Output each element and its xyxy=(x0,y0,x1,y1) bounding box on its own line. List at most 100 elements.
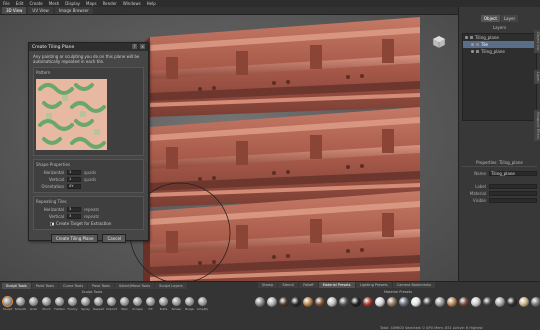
tab-pose-tools[interactable]: Pose Tools xyxy=(88,282,114,289)
menu-render[interactable]: Render xyxy=(103,1,117,6)
tool-label: Spray xyxy=(81,307,90,311)
vertical-quads-spinner[interactable]: 1 xyxy=(67,177,81,182)
visible-field[interactable] xyxy=(489,198,537,203)
tool-label: Imprint xyxy=(106,307,117,311)
material-preset-ball[interactable] xyxy=(363,297,373,307)
create-target-checkbox[interactable] xyxy=(50,221,54,226)
tab-image-browser[interactable]: Image Browser xyxy=(54,7,93,14)
material-preset-ball[interactable] xyxy=(531,297,540,307)
bottom-tray: Sculpt Tools Paint Tools Curve Tools Pose T… xyxy=(0,281,540,330)
close-icon[interactable]: × xyxy=(140,44,145,49)
material-preset-ball[interactable] xyxy=(471,297,481,307)
tool-pinch[interactable]: Pinch xyxy=(41,297,52,311)
tool-wax[interactable]: Wax xyxy=(119,297,130,311)
material-field[interactable] xyxy=(489,191,537,196)
vertical-label: Vertical xyxy=(49,177,64,182)
tab-paint-tools[interactable]: Paint Tools xyxy=(31,282,59,289)
menu-help[interactable]: Help xyxy=(147,1,156,6)
tool-bulge[interactable]: Bulge xyxy=(184,297,195,311)
menu-file[interactable]: File xyxy=(3,1,10,6)
material-preset-ball[interactable] xyxy=(387,297,397,307)
tab-lighting-presets[interactable]: Lighting Presets xyxy=(355,282,392,288)
material-preset-ball[interactable] xyxy=(399,297,409,307)
material-preset-ball[interactable] xyxy=(327,297,337,307)
eye-icon[interactable] xyxy=(471,43,474,46)
material-preset-ball[interactable] xyxy=(411,297,421,307)
dialog-title-bar[interactable]: Create Tiling Plane ? × xyxy=(29,43,148,51)
material-preset-ball[interactable] xyxy=(435,297,445,307)
repeat-vertical-unit: repeats xyxy=(84,214,100,219)
orientation-select[interactable]: XY xyxy=(67,184,81,189)
tool-fill[interactable]: Fill xyxy=(145,297,156,311)
menu-maps[interactable]: Maps xyxy=(86,1,97,6)
horizontal-label: Horizontal xyxy=(43,170,64,175)
tab-select-move-tools[interactable]: Select/Move Tools xyxy=(114,282,155,289)
label-field[interactable] xyxy=(489,184,537,189)
view-cube-icon[interactable] xyxy=(432,35,446,49)
tab-material-presets[interactable]: Material Presets xyxy=(318,282,355,288)
cancel-button[interactable]: Cancel xyxy=(102,234,127,243)
tool-scrape[interactable]: Scrape xyxy=(132,297,143,311)
repeat-horizontal-spinner[interactable]: 3 xyxy=(67,207,81,212)
tab-curve-tools[interactable]: Curve Tools xyxy=(59,282,88,289)
smear-tool-icon xyxy=(172,297,181,306)
tab-sculpt-layers[interactable]: Sculpt Layers xyxy=(155,282,187,289)
material-preset-ball[interactable] xyxy=(495,297,505,307)
material-preset-ball[interactable] xyxy=(423,297,433,307)
tab-object[interactable]: Object xyxy=(480,15,500,22)
create-tiling-plane-button[interactable]: Create Tiling Plane xyxy=(50,234,99,243)
tool-foamy[interactable]: Foamy xyxy=(67,297,78,311)
outliner-item[interactable]: Tile xyxy=(463,41,536,48)
material-preset-ball[interactable] xyxy=(507,297,517,307)
eye-icon[interactable] xyxy=(465,36,468,39)
eye-icon[interactable] xyxy=(471,50,474,53)
outliner-item[interactable]: Tiling_plane xyxy=(463,48,536,55)
material-preset-ball[interactable] xyxy=(519,297,529,307)
material-preset-ball[interactable] xyxy=(483,297,493,307)
tab-stamp[interactable]: Stamp xyxy=(258,282,278,288)
material-preset-ball[interactable] xyxy=(459,297,469,307)
menu-create[interactable]: Create xyxy=(29,1,42,6)
horizontal-quads-spinner[interactable]: 1 xyxy=(67,170,81,175)
material-preset-ball[interactable] xyxy=(255,297,265,307)
tool-repeat[interactable]: Repeat xyxy=(93,297,104,311)
side-tab-layer[interactable]: Layer xyxy=(534,70,540,84)
help-icon[interactable]: ? xyxy=(132,44,137,49)
name-field[interactable]: Tiling_plane xyxy=(489,171,537,176)
menu-display[interactable]: Display xyxy=(65,1,80,6)
tab-3d-view[interactable]: 3D View xyxy=(2,7,27,14)
tool-smear[interactable]: Smear xyxy=(171,297,182,311)
material-preset-ball[interactable] xyxy=(447,297,457,307)
tab-sculpt-tools[interactable]: Sculpt Tools xyxy=(2,282,31,289)
menu-windows[interactable]: Windows xyxy=(123,1,141,6)
material-preset-ball[interactable] xyxy=(279,297,289,307)
tab-camera-bookmarks[interactable]: Camera Bookmarks xyxy=(392,282,436,288)
menu-mesh[interactable]: Mesh xyxy=(49,1,60,6)
tool-flatten[interactable]: Flatten xyxy=(54,297,65,311)
tool-imprint[interactable]: Imprint xyxy=(106,297,117,311)
tool-grab[interactable]: Grab xyxy=(28,297,39,311)
tool-knife[interactable]: Knife xyxy=(158,297,169,311)
material-preset-ball[interactable] xyxy=(291,297,301,307)
tool-sculpt[interactable]: Sculpt xyxy=(2,297,13,311)
side-tab-viewport-filters[interactable]: Viewport Filters xyxy=(534,110,540,142)
tool-label: Knife xyxy=(159,307,168,311)
tool-smooth[interactable]: Smooth xyxy=(15,297,26,311)
menu-edit[interactable]: Edit xyxy=(16,1,24,6)
tab-uv-view[interactable]: UV View xyxy=(28,7,53,14)
material-preset-ball[interactable] xyxy=(339,297,349,307)
material-preset-ball[interactable] xyxy=(351,297,361,307)
material-preset-ball[interactable] xyxy=(315,297,325,307)
material-preset-ball[interactable] xyxy=(375,297,385,307)
tab-stencil[interactable]: Stencil xyxy=(278,282,299,288)
tool-label: Sculpt xyxy=(2,307,13,311)
material-preset-ball[interactable] xyxy=(303,297,313,307)
tab-layer[interactable]: Layer xyxy=(500,15,519,22)
outliner-item[interactable]: Tiling_plane xyxy=(463,34,536,41)
material-preset-ball[interactable] xyxy=(267,297,277,307)
tool-amplify[interactable]: Amplify xyxy=(197,297,208,311)
side-tab-object-list[interactable]: Object List xyxy=(534,30,540,53)
repeat-vertical-spinner[interactable]: 3 xyxy=(67,214,81,219)
tool-spray[interactable]: Spray xyxy=(80,297,91,311)
tab-falloff[interactable]: Falloff xyxy=(299,282,318,288)
